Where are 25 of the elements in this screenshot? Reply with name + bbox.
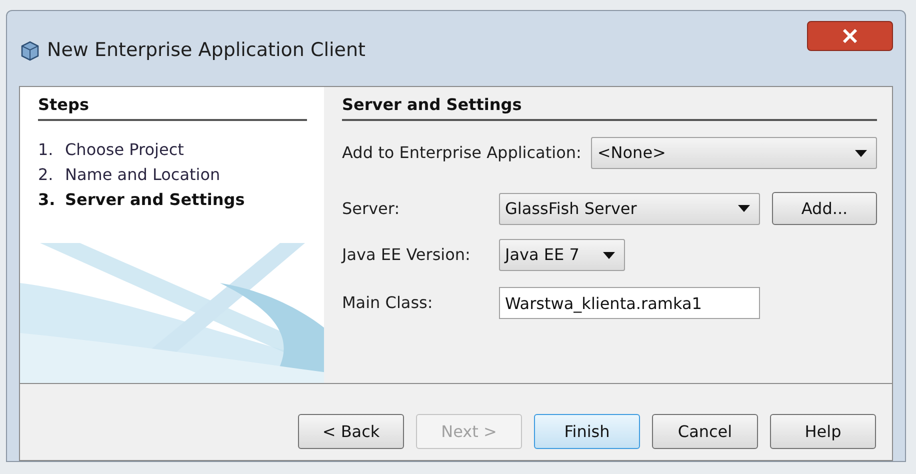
- dropdown-arrow-icon: [738, 205, 750, 212]
- dropdown[interactable]: GlassFish Server: [499, 192, 760, 224]
- dropdown[interactable]: <None>: [591, 137, 877, 169]
- field-label: Add to Enterprise Application:: [342, 142, 582, 164]
- window-title: New Enterprise Application Client: [47, 38, 366, 64]
- dialog-button[interactable]: < Back: [298, 414, 404, 449]
- dialog-button[interactable]: Cancel: [652, 414, 758, 449]
- close-button[interactable]: [807, 20, 893, 50]
- field-label: Server:: [342, 198, 401, 220]
- cube-icon: [21, 40, 39, 60]
- dialog-button[interactable]: Finish: [534, 414, 640, 449]
- input-field[interactable]: Warstwa_klienta.ramka1: [499, 287, 760, 319]
- dialog-button[interactable]: Help: [770, 414, 876, 449]
- step-item: 1. Choose Project: [38, 139, 185, 161]
- dropdown-arrow-icon: [603, 252, 615, 258]
- step-item: 3. Server and Settings: [38, 189, 246, 211]
- field-label: Java EE Version:: [342, 244, 472, 266]
- close-icon: [842, 28, 858, 42]
- step-item: 2. Name and Location: [38, 164, 222, 186]
- dropdown[interactable]: Java EE 7: [499, 239, 625, 271]
- panel-heading: Server and Settings: [342, 93, 877, 121]
- steps-heading: Steps: [38, 93, 307, 121]
- field-label: Main Class:: [342, 292, 434, 314]
- dropdown-arrow-icon: [855, 150, 867, 156]
- add-button[interactable]: Add...: [772, 192, 877, 225]
